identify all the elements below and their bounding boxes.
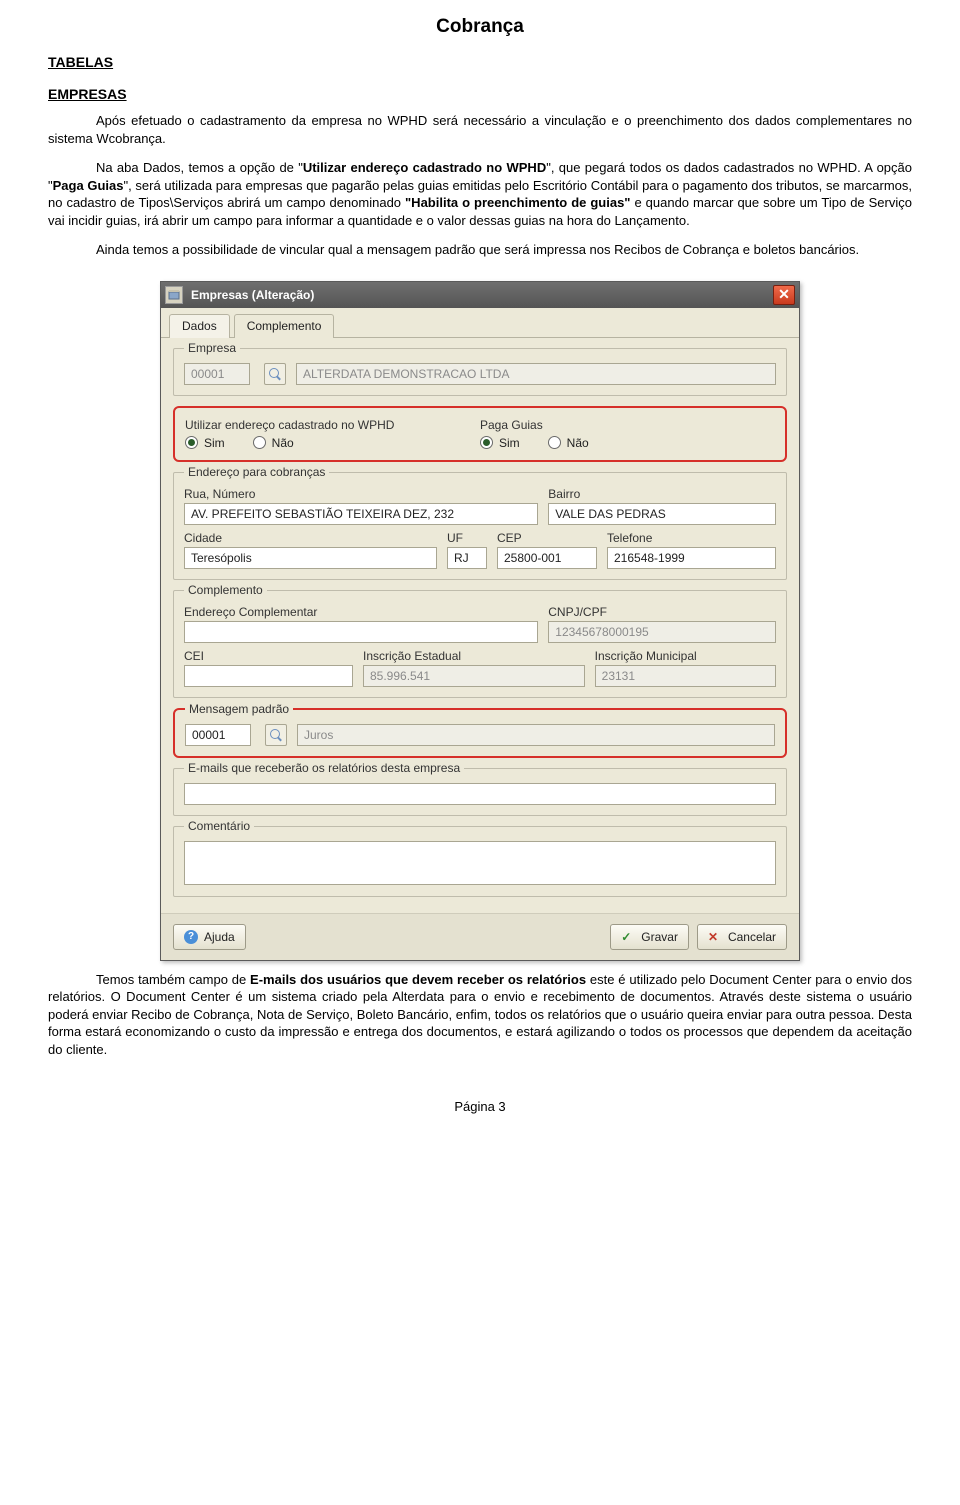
comentario-field[interactable] bbox=[184, 841, 776, 885]
cancelar-button[interactable]: Cancelar bbox=[697, 924, 787, 950]
bold-emails-usuarios: E-mails dos usuários que devem receber o… bbox=[250, 972, 586, 987]
cidade-field[interactable] bbox=[184, 547, 437, 569]
label-uf: UF bbox=[447, 531, 487, 545]
search-icon bbox=[269, 728, 283, 742]
radio-label: Sim bbox=[499, 436, 520, 450]
group-options-highlight: Utilizar endereço cadastrado no WPHD Sim… bbox=[173, 406, 787, 462]
radio-label: Não bbox=[272, 436, 294, 450]
uf-field[interactable] bbox=[447, 547, 487, 569]
empresa-name-field bbox=[296, 363, 776, 385]
label-paga-guias: Paga Guias bbox=[480, 418, 775, 432]
mensagem-desc-field bbox=[297, 724, 775, 746]
close-icon: ✕ bbox=[778, 286, 790, 303]
cei-field[interactable] bbox=[184, 665, 353, 687]
radio-endereco-sim[interactable]: Sim bbox=[185, 436, 225, 450]
group-comentario: Comentário bbox=[173, 826, 787, 897]
legend-comentario: Comentário bbox=[184, 819, 254, 833]
group-empresa: Empresa bbox=[173, 348, 787, 396]
empresa-search-button[interactable] bbox=[264, 363, 286, 385]
page-footer: Página 3 bbox=[48, 1099, 912, 1114]
label-cnpj: CNPJ/CPF bbox=[548, 605, 776, 619]
emails-field[interactable] bbox=[184, 783, 776, 805]
group-complemento: Complemento Endereço Complementar CNPJ/C… bbox=[173, 590, 787, 698]
button-label: Cancelar bbox=[728, 930, 776, 944]
legend-empresa: Empresa bbox=[184, 341, 240, 355]
paragraph-emails: Temos também campo de E-mails dos usuári… bbox=[48, 971, 912, 1059]
close-button[interactable]: ✕ bbox=[773, 285, 795, 305]
bairro-field[interactable] bbox=[548, 503, 776, 525]
ajuda-button[interactable]: ? Ajuda bbox=[173, 924, 246, 950]
tab-dados[interactable]: Dados bbox=[169, 314, 230, 338]
group-mensagem-highlight: Mensagem padrão bbox=[173, 708, 787, 758]
check-icon bbox=[621, 930, 635, 944]
page-title: Cobrança bbox=[48, 16, 912, 38]
cancel-icon bbox=[708, 930, 722, 944]
cep-field[interactable] bbox=[497, 547, 597, 569]
label-telefone: Telefone bbox=[607, 531, 776, 545]
titlebar: Empresas (Alteração) ✕ bbox=[161, 282, 799, 308]
label-cei: CEI bbox=[184, 649, 353, 663]
window-icon bbox=[165, 286, 183, 304]
cnpj-field bbox=[548, 621, 776, 643]
legend-endereco: Endereço para cobranças bbox=[184, 465, 329, 479]
mensagem-code-field[interactable] bbox=[185, 724, 251, 746]
dialog-empresas-alteracao: Empresas (Alteração) ✕ Dados Complemento… bbox=[160, 281, 800, 961]
label-cep: CEP bbox=[497, 531, 597, 545]
text: Temos também campo de bbox=[96, 972, 250, 987]
im-field bbox=[595, 665, 776, 687]
empresa-code-field[interactable] bbox=[184, 363, 250, 385]
legend-mensagem: Mensagem padrão bbox=[185, 702, 293, 716]
bold-habilita-preenchimento: "Habilita o preenchimento de guias" bbox=[405, 195, 630, 210]
label-bairro: Bairro bbox=[548, 487, 776, 501]
paragraph-options: Na aba Dados, temos a opção de "Utilizar… bbox=[48, 159, 912, 229]
button-label: Gravar bbox=[641, 930, 678, 944]
label-ie: Inscrição Estadual bbox=[363, 649, 585, 663]
dialog-screenshot: Empresas (Alteração) ✕ Dados Complemento… bbox=[48, 281, 912, 961]
heading-empresas: EMPRESAS bbox=[48, 86, 912, 102]
legend-emails: E-mails que receberão os relatórios dest… bbox=[184, 761, 464, 775]
search-icon bbox=[268, 367, 282, 381]
rua-field[interactable] bbox=[184, 503, 538, 525]
label-endereco-complementar: Endereço Complementar bbox=[184, 605, 538, 619]
heading-tabelas: TABELAS bbox=[48, 54, 912, 70]
ie-field bbox=[363, 665, 585, 687]
label-utilizar-endereco: Utilizar endereço cadastrado no WPHD bbox=[185, 418, 480, 432]
mensagem-search-button[interactable] bbox=[265, 724, 287, 746]
paragraph-intro: Após efetuado o cadastramento da empresa… bbox=[48, 112, 912, 147]
group-endereco: Endereço para cobranças Rua, Número Bair… bbox=[173, 472, 787, 580]
radio-endereco-nao[interactable]: Não bbox=[253, 436, 294, 450]
tab-complemento[interactable]: Complemento bbox=[234, 314, 335, 338]
window-title: Empresas (Alteração) bbox=[191, 288, 773, 302]
gravar-button[interactable]: Gravar bbox=[610, 924, 689, 950]
bold-utilizar-endereco: Utilizar endereço cadastrado no WPHD bbox=[303, 160, 546, 175]
label-im: Inscrição Municipal bbox=[595, 649, 776, 663]
radio-paga-nao[interactable]: Não bbox=[548, 436, 589, 450]
legend-complemento: Complemento bbox=[184, 583, 267, 597]
bold-paga-guias: Paga Guias bbox=[53, 178, 124, 193]
help-icon: ? bbox=[184, 930, 198, 944]
tabs: Dados Complemento bbox=[161, 308, 799, 338]
dialog-button-bar: ? Ajuda Gravar Cancelar bbox=[161, 913, 799, 960]
telefone-field[interactable] bbox=[607, 547, 776, 569]
group-emails: E-mails que receberão os relatórios dest… bbox=[173, 768, 787, 816]
label-rua: Rua, Número bbox=[184, 487, 538, 501]
radio-paga-sim[interactable]: Sim bbox=[480, 436, 520, 450]
paragraph-mensagem: Ainda temos a possibilidade de vincular … bbox=[48, 241, 912, 259]
button-label: Ajuda bbox=[204, 930, 235, 944]
label-cidade: Cidade bbox=[184, 531, 437, 545]
radio-label: Sim bbox=[204, 436, 225, 450]
radio-label: Não bbox=[567, 436, 589, 450]
endereco-complementar-field[interactable] bbox=[184, 621, 538, 643]
text: Na aba Dados, temos a opção de " bbox=[96, 160, 303, 175]
